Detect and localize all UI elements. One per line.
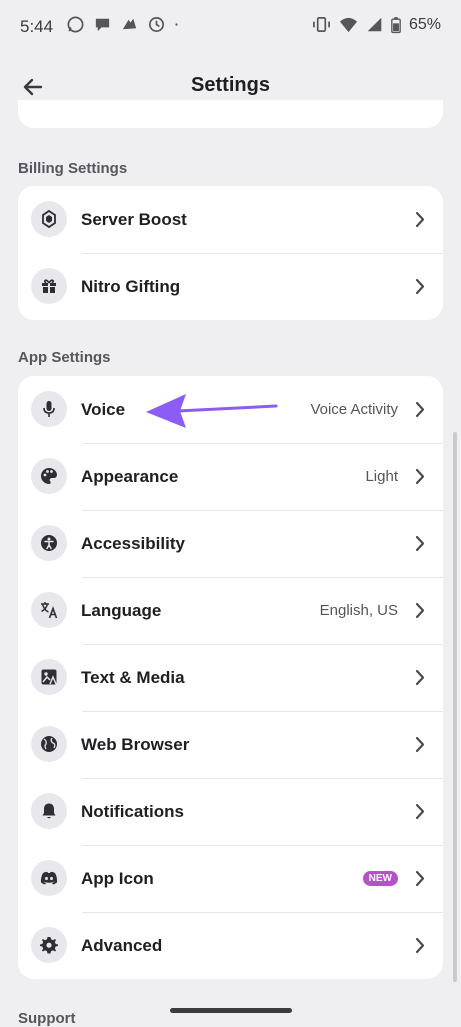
gesture-home-bar[interactable]: [170, 1008, 292, 1013]
settings-item-nitro-gifting[interactable]: Nitro Gifting: [18, 253, 443, 320]
gear-icon: [31, 927, 67, 963]
settings-item-label: Language: [81, 600, 162, 620]
vibrate-icon: [313, 16, 330, 33]
chevron-right-icon: [415, 937, 425, 954]
chevron-right-icon: [415, 870, 425, 887]
palette-icon: [31, 458, 67, 494]
settings-item-label: Appearance: [81, 466, 179, 486]
settings-item-value: Light: [365, 468, 398, 485]
settings-item-label: App Icon: [81, 868, 154, 888]
battery-percentage: 65%: [408, 15, 441, 33]
bell-icon: [31, 793, 67, 829]
battery-icon: [391, 16, 401, 33]
accessibility-icon: [31, 525, 67, 561]
settings-item-label: Accessibility: [81, 533, 185, 553]
gift-icon: [31, 268, 67, 304]
chat-bubble-icon: [95, 18, 110, 32]
scrollbar[interactable]: [453, 432, 457, 982]
chevron-right-icon: [415, 803, 425, 820]
page-title: Settings: [191, 74, 270, 96]
chevron-right-icon: [415, 736, 425, 753]
status-time: 5:44: [20, 17, 54, 36]
settings-item-label: Text & Media: [81, 667, 185, 687]
status-bar: 5:44 65%: [0, 0, 461, 56]
settings-item-text-media[interactable]: Text & Media: [18, 644, 443, 711]
settings-item-label: Web Browser: [81, 734, 190, 754]
wifi-icon: [339, 17, 358, 33]
settings-item-language[interactable]: Language English, US: [18, 577, 443, 644]
settings-item-advanced[interactable]: Advanced: [18, 912, 443, 979]
chevron-right-icon: [415, 535, 425, 552]
discord-icon: [31, 860, 67, 896]
chevron-right-icon: [415, 211, 425, 228]
app-notification-icon: [122, 18, 137, 30]
new-badge: NEW: [362, 871, 398, 886]
more-dot-icon: [175, 23, 178, 26]
settings-item-web-browser[interactable]: Web Browser: [18, 711, 443, 778]
image-text-icon: [31, 659, 67, 695]
settings-item-label: Advanced: [81, 935, 163, 955]
chevron-right-icon: [415, 602, 425, 619]
settings-item-label: Voice: [81, 399, 126, 419]
settings-item-value: Voice Activity: [310, 401, 398, 418]
section-label-app: App Settings: [18, 349, 111, 366]
section-label-billing: Billing Settings: [18, 160, 128, 177]
section-label-support: Support: [18, 1010, 76, 1027]
settings-item-label: Server Boost: [81, 209, 187, 229]
notification-icons: [66, 15, 184, 34]
settings-item-app-icon[interactable]: App Icon NEW: [18, 845, 443, 912]
chevron-right-icon: [415, 468, 425, 485]
previous-card-bottom: [18, 100, 443, 128]
settings-item-accessibility[interactable]: Accessibility: [18, 510, 443, 577]
settings-item-notifications[interactable]: Notifications: [18, 778, 443, 845]
chevron-right-icon: [415, 669, 425, 686]
settings-item-value: English, US: [319, 602, 398, 619]
billing-settings-card: Server Boost Nitro Gifting: [18, 186, 443, 320]
settings-item-label: Nitro Gifting: [81, 276, 181, 296]
settings-item-appearance[interactable]: Appearance Light: [18, 443, 443, 510]
settings-item-server-boost[interactable]: Server Boost: [18, 186, 443, 253]
annotation-arrow-icon: [146, 394, 278, 428]
clock-sync-icon: [148, 16, 165, 33]
chevron-right-icon: [415, 278, 425, 295]
server-boost-icon: [31, 201, 67, 237]
settings-item-label: Notifications: [81, 801, 184, 821]
signal-icon: [367, 17, 382, 32]
microphone-icon: [31, 391, 67, 427]
globe-icon: [31, 726, 67, 762]
chevron-right-icon: [415, 401, 425, 418]
whatsapp-icon: [67, 16, 84, 33]
translate-icon: [31, 592, 67, 628]
app-settings-card: Voice Voice Activity Appearance Light Ac…: [18, 376, 443, 979]
